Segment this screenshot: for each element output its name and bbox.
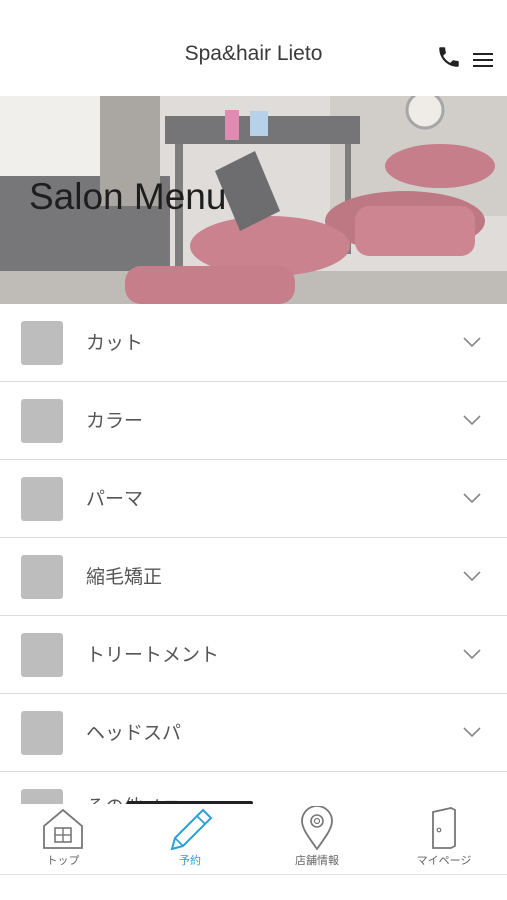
menu-item-perm[interactable]: パーマ [0, 460, 507, 538]
tab-my-page[interactable]: マイページ [381, 804, 507, 874]
tab-top[interactable]: トップ [0, 804, 126, 874]
page-title: Salon Menu [29, 176, 227, 217]
home-icon [43, 808, 83, 849]
menu-item-headspa[interactable]: ヘッドスパ [0, 694, 507, 772]
menu-item-thumbnail [21, 321, 63, 365]
app-header: Spa&hair Lieto [0, 0, 507, 97]
menu-item-color[interactable]: カラー [0, 382, 507, 460]
menu-item-cut[interactable]: カット [0, 304, 507, 382]
menu-item-thumbnail [21, 633, 63, 677]
phone-icon[interactable] [436, 44, 462, 70]
door-icon [432, 807, 456, 849]
chevron-down-icon[interactable] [462, 646, 482, 660]
menu-item-label: カット [86, 332, 144, 354]
chevron-down-icon[interactable] [462, 724, 482, 738]
menu-item-thumbnail [21, 789, 63, 804]
menu-item-label: 縮毛矯正 [86, 566, 163, 588]
menu-item-thumbnail [21, 555, 63, 599]
chevron-down-icon[interactable] [462, 412, 482, 426]
bottom-tab-bar: トップ 予約 店舗情報 マイページ [0, 804, 507, 875]
hamburger-menu-icon[interactable] [472, 50, 494, 70]
menu-item-treatment[interactable]: トリートメント [0, 616, 507, 694]
menu-item-straightening[interactable]: 縮毛矯正 [0, 538, 507, 616]
menu-item-other[interactable]: その他メニュー [0, 786, 507, 804]
menu-item-thumbnail [21, 399, 63, 443]
chevron-down-icon[interactable] [462, 334, 482, 348]
tab-label: 店舗情報 [295, 854, 339, 867]
menu-item-label: パーマ [86, 488, 144, 510]
salon-menu-list: カット カラー パーマ 縮毛矯正 トリートメント ヘッドスパ [0, 304, 507, 772]
menu-item-label: ヘッドスパ [86, 722, 182, 744]
app-title: Spa&hair Lieto [184, 42, 323, 65]
map-pin-icon [301, 806, 333, 850]
tab-store-info[interactable]: 店舗情報 [254, 804, 380, 874]
chevron-down-icon[interactable] [462, 490, 482, 504]
tab-label: 予約 [179, 854, 201, 867]
menu-item-thumbnail [21, 477, 63, 521]
menu-item-label: トリートメント [86, 644, 220, 666]
tab-reservation[interactable]: 予約 [127, 804, 253, 874]
tab-label: トップ [46, 854, 80, 867]
menu-item-label: カラー [86, 410, 144, 432]
menu-item-thumbnail [21, 711, 63, 755]
pencil-icon [170, 808, 213, 850]
tab-label: マイページ [416, 854, 472, 867]
chevron-down-icon[interactable] [462, 568, 482, 582]
hero-banner: Salon Menu [0, 96, 507, 304]
